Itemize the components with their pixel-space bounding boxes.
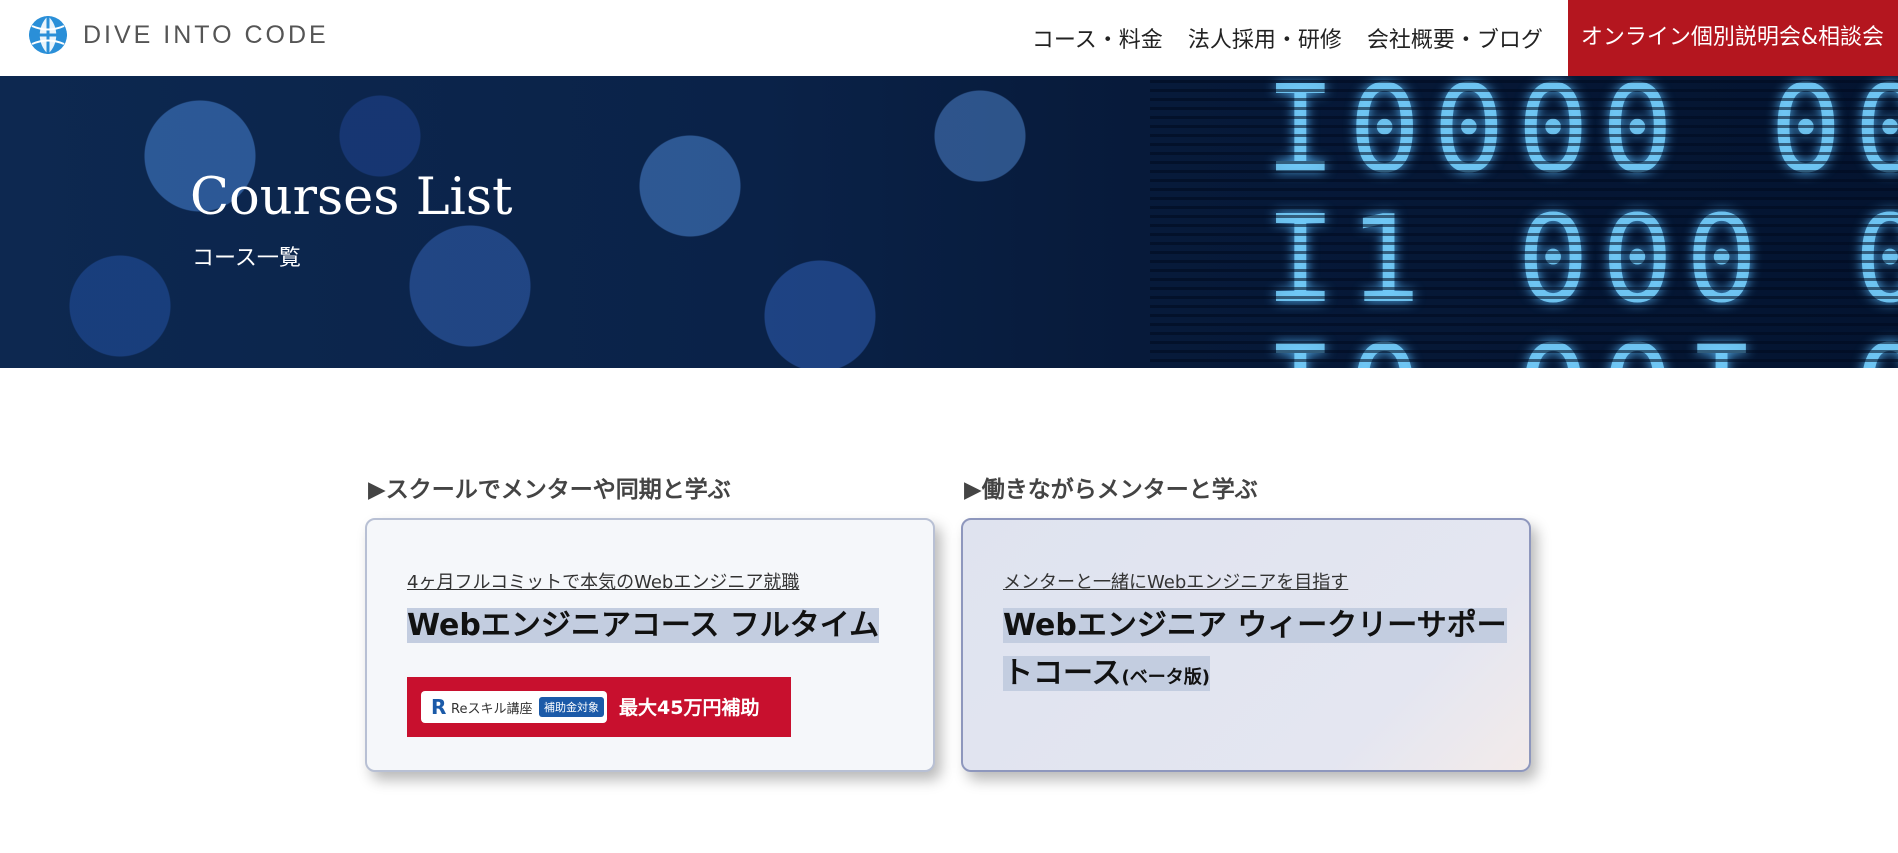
section-heading-working: ▶働きながらメンターと学ぶ <box>964 477 1258 503</box>
reskill-logo: R Reスキル講座 補助金対象 <box>421 691 607 723</box>
logo[interactable]: DIVE INTO CODE <box>27 14 329 56</box>
subsidy-amount: 最大45万円補助 <box>619 697 760 719</box>
course-tagline[interactable]: 4ヶ月フルコミットで本気のWebエンジニア就職 <box>407 568 799 594</box>
logo-text: DIVE INTO CODE <box>83 20 329 49</box>
hero-overlay <box>1150 76 1898 368</box>
course-name[interactable]: Webエンジニアコース フルタイム <box>407 602 880 650</box>
course-card-fulltime[interactable]: 4ヶ月フルコミットで本気のWebエンジニア就職 Webエンジニアコース フルタイ… <box>365 518 935 772</box>
section-heading-school: ▶スクールでメンターや同期と学ぶ <box>368 477 731 503</box>
main-nav: コース・料金 法人採用・研修 会社概要・ブログ オンライン個別説明会&相談会 <box>1032 0 1898 76</box>
page-subtitle: コース一覧 <box>192 246 301 271</box>
hero-banner: I0000 00 I1 000 0I I0 00I 00 Courses Lis… <box>0 76 1898 368</box>
nav-corporate[interactable]: 法人採用・研修 <box>1188 22 1342 54</box>
globe-logo-icon <box>29 16 67 54</box>
subsidy-target-label: 補助金対象 <box>539 697 604 717</box>
course-card-weekly[interactable]: メンターと一緒にWebエンジニアを目指す Webエンジニア ウィークリーサポート… <box>961 518 1531 772</box>
beta-label: (ベータ版) <box>1121 667 1210 688</box>
reskill-logo-text: Reスキル講座 <box>451 702 533 717</box>
course-tagline[interactable]: メンターと一緒にWebエンジニアを目指す <box>1003 568 1348 594</box>
nav-company-blog[interactable]: 会社概要・ブログ <box>1367 22 1543 54</box>
consultation-cta-button[interactable]: オンライン個別説明会&相談会 <box>1567 0 1898 76</box>
site-header: DIVE INTO CODE コース・料金 法人採用・研修 会社概要・ブログ オ… <box>0 0 1898 76</box>
reskill-r-icon: R <box>431 695 447 719</box>
course-name[interactable]: Webエンジニア ウィークリーサポー トコース(ベータ版) <box>1003 602 1507 702</box>
subsidy-badge: R Reスキル講座 補助金対象 最大45万円補助 <box>407 677 791 737</box>
nav-courses-pricing[interactable]: コース・料金 <box>1032 22 1163 54</box>
page-title: Courses List <box>190 168 513 227</box>
